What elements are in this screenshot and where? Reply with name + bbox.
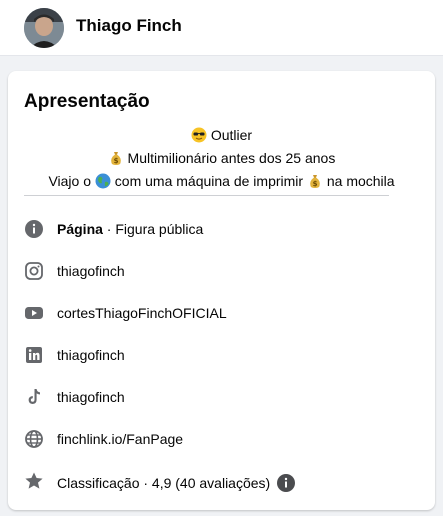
money-bag-emoji-icon: $ [108, 150, 124, 171]
sunglasses-emoji-icon [191, 127, 207, 148]
bio-text-1: Outlier [210, 127, 253, 143]
info-row-rating: Classificação · 4,9 (40 avaliações) [24, 467, 419, 495]
bio: Outlier $ Multimilionário antes dos 25 a… [8, 125, 435, 194]
bio-line-3: Viajo o com uma máquina de imprimir $ na… [8, 171, 435, 194]
info-row-website: finchlink.io/FanPage [24, 425, 419, 453]
globe-emoji-icon [95, 173, 111, 194]
info-row-category: Página · Figura pública [24, 215, 419, 243]
category-label: Página [57, 221, 103, 237]
category-value: · Figura pública [102, 221, 204, 237]
website-link[interactable]: finchlink.io/FanPage [57, 431, 183, 447]
money-bag-emoji-icon: $ [307, 173, 323, 194]
svg-text:$: $ [313, 180, 318, 188]
tiktok-link[interactable]: thiagofinch [57, 389, 125, 405]
profile-header: Thiago Finch [0, 0, 443, 56]
profile-name[interactable]: Thiago Finch [76, 16, 182, 36]
rating-text: Classificação · 4,9 (40 avaliações) [57, 475, 271, 491]
instagram-icon [24, 261, 44, 281]
globe-icon [24, 429, 44, 449]
linkedin-link[interactable]: thiagofinch [57, 347, 125, 363]
info-row-instagram: thiagofinch [24, 257, 419, 285]
bio-text-3b: com uma máquina de imprimir [114, 173, 304, 189]
intro-title: Apresentação [24, 91, 150, 112]
bio-text-3a: Viajo o [48, 173, 91, 189]
info-icon [24, 219, 44, 239]
instagram-link[interactable]: thiagofinch [57, 263, 125, 279]
intro-card: Apresentação Outlier $ Multimilionário a… [8, 71, 435, 510]
info-row-tiktok: thiagofinch [24, 383, 419, 411]
tiktok-icon [24, 387, 44, 407]
star-icon [24, 471, 44, 491]
divider [24, 195, 389, 196]
bio-text-3c: na mochila [326, 173, 395, 189]
bio-line-1: Outlier [8, 125, 435, 148]
youtube-icon [24, 303, 44, 323]
rating-info-icon[interactable] [276, 473, 296, 493]
info-row-linkedin: thiagofinch [24, 341, 419, 369]
bio-text-2: Multimilionário antes dos 25 anos [127, 150, 336, 166]
linkedin-icon [24, 345, 44, 365]
info-row-youtube: cortesThiagoFinchOFICIAL [24, 299, 419, 327]
avatar[interactable] [24, 8, 64, 48]
bio-line-2: $ Multimilionário antes dos 25 anos [8, 148, 435, 171]
youtube-link[interactable]: cortesThiagoFinchOFICIAL [57, 305, 227, 321]
svg-text:$: $ [113, 157, 118, 165]
